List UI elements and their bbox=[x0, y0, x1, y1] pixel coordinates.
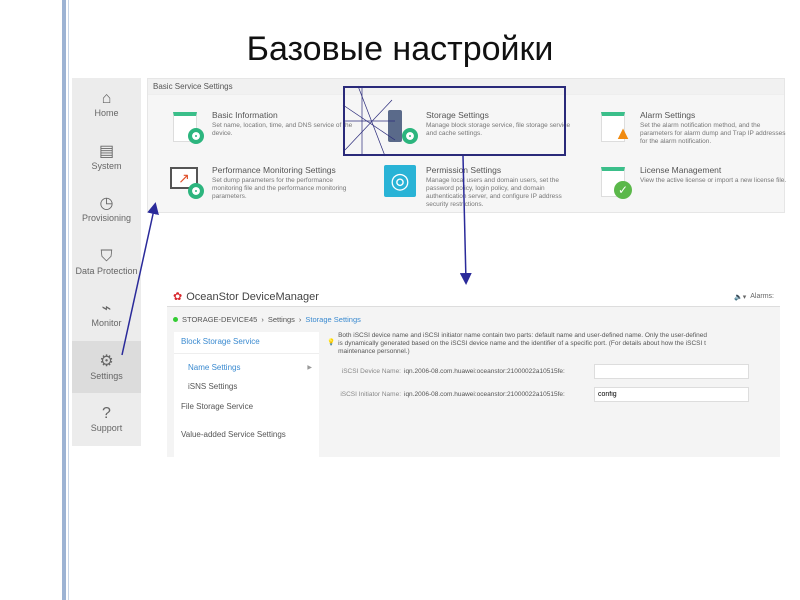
annotation-arrows bbox=[121, 85, 472, 356]
click-burst-icon bbox=[342, 85, 396, 157]
arrow-storage-to-window bbox=[459, 155, 472, 285]
arrow-settings-to-panel bbox=[121, 202, 159, 356]
